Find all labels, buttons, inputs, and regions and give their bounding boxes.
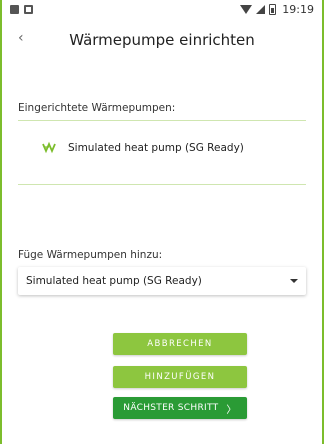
next-step-button[interactable]: NÄCHSTER SCHRITT 〉 — [113, 397, 247, 419]
add-heatpump-label: Füge Wärmepumpen hinzu: — [18, 249, 163, 261]
system-icons: 19:19 — [240, 3, 314, 16]
list-item: Simulated heat pump (SG Ready) — [42, 141, 244, 155]
status-bar: 19:19 — [2, 0, 322, 18]
app-header: ‹ Wärmepumpe einrichten — [2, 24, 322, 60]
app-screen: 19:19 ‹ Wärmepumpe einrichten Eingericht… — [0, 0, 324, 444]
heatpump-select[interactable]: Simulated heat pump (SG Ready) — [18, 267, 306, 295]
cancel-button[interactable]: ABBRECHEN — [113, 333, 247, 355]
chevron-right-icon: 〉 — [226, 404, 237, 416]
next-step-label: NÄCHSTER SCHRITT — [123, 403, 219, 413]
signal-icon — [256, 4, 266, 14]
divider — [18, 120, 306, 121]
image-notification-icon — [10, 4, 19, 14]
app-notification-icon — [24, 4, 33, 14]
wifi-icon — [240, 4, 253, 14]
installed-heatpumps-label: Eingerichtete Wärmepumpen: — [18, 102, 176, 114]
heat-pump-name: Simulated heat pump (SG Ready) — [68, 142, 244, 154]
heatpump-select-value: Simulated heat pump (SG Ready) — [26, 275, 202, 287]
notification-icons — [10, 4, 33, 14]
clock: 19:19 — [282, 2, 314, 16]
page-title: Wärmepumpe einrichten — [69, 31, 255, 49]
battery-icon — [269, 3, 277, 15]
divider — [18, 184, 306, 185]
chevron-down-icon — [290, 279, 298, 283]
add-button[interactable]: HINZUFÜGEN — [113, 366, 247, 388]
heat-pump-icon — [42, 141, 56, 154]
